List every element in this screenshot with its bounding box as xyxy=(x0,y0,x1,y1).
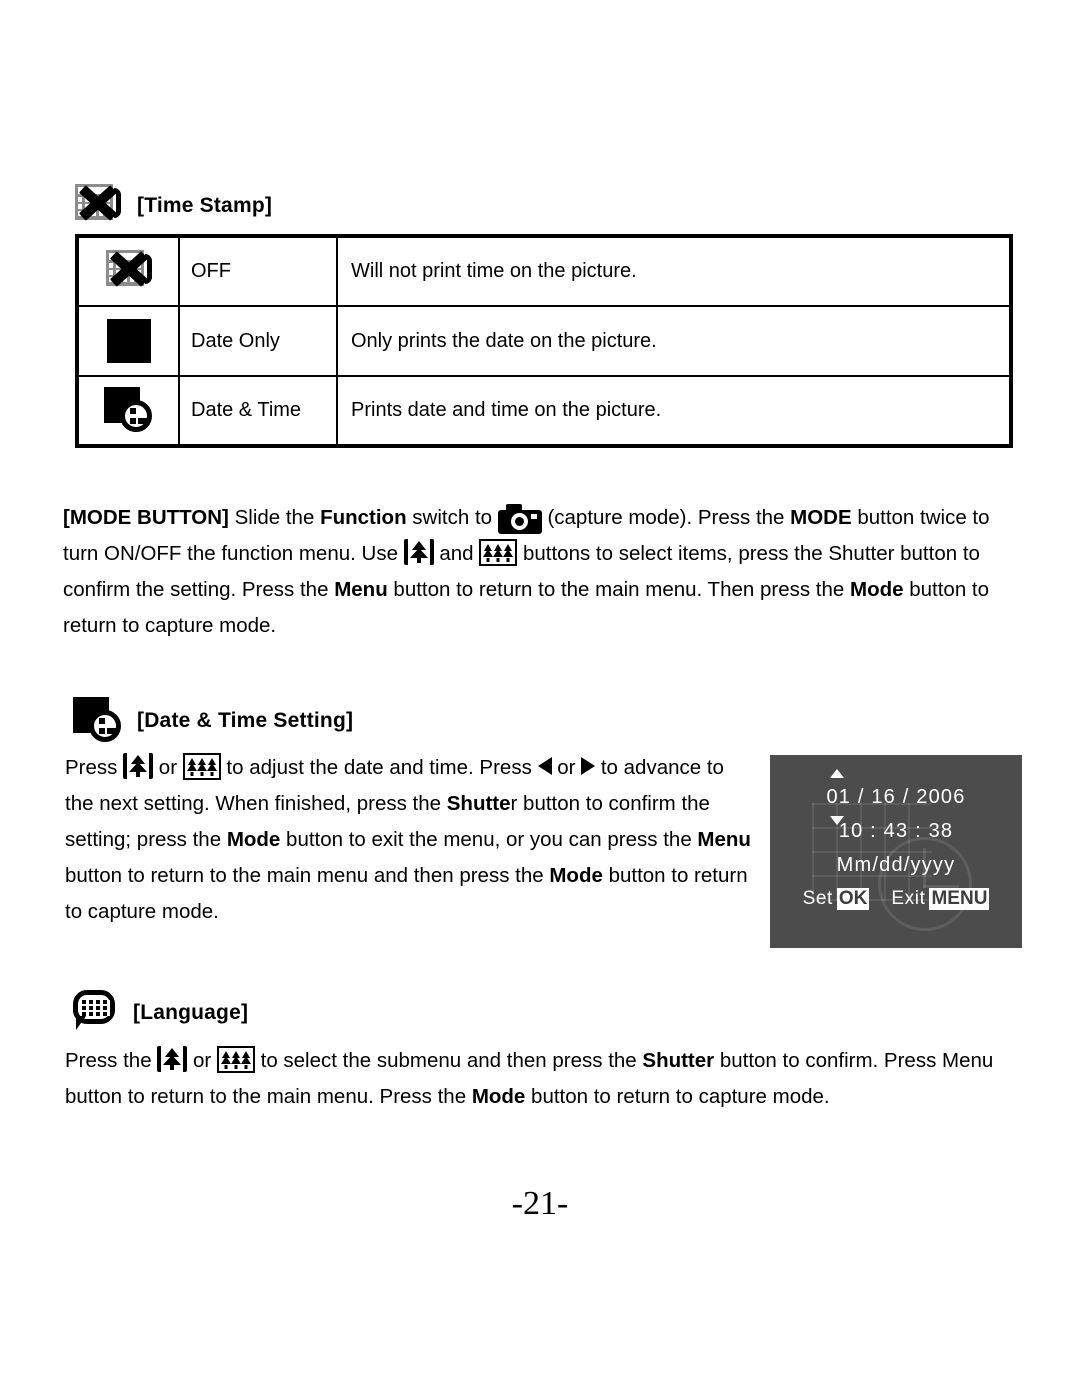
table-row: Date & Time Prints date and time on the … xyxy=(76,375,1012,447)
lcd-content: 01 / 16 / 2006 10 : 43 : 38 Mm/dd/yyyy S… xyxy=(770,755,1022,910)
mode-button-b4: Mode xyxy=(850,578,904,601)
arrow-left-icon xyxy=(537,757,552,775)
ok-key-badge[interactable]: OK xyxy=(836,888,870,910)
table-cell-name: Date Only xyxy=(178,305,338,377)
table-cell-icon xyxy=(76,305,180,377)
tele-button-icon xyxy=(123,752,154,780)
language-heading-row: [Language] xyxy=(73,990,248,1036)
manual-page: [Time Stamp] OFF Will not print time on … xyxy=(0,0,1080,1397)
mode-button-t1: Slide the xyxy=(228,506,321,529)
mode-button-t2: switch to xyxy=(406,506,498,529)
calendar-crossed-out-icon xyxy=(73,182,123,230)
table-row: Date Only Only prints the date on the pi… xyxy=(76,305,1012,377)
tele-button-icon xyxy=(157,1045,188,1073)
dt-t7: button to exit the menu, or you can pres… xyxy=(280,828,698,851)
table-cell-name: Date & Time xyxy=(178,375,338,447)
calendar-clock-icon xyxy=(103,386,154,435)
calendar-grid-icon xyxy=(106,319,151,363)
camera-icon xyxy=(497,503,542,534)
time-stamp-table: OFF Will not print time on the picture. … xyxy=(75,234,1013,448)
speech-bubble-icon xyxy=(73,990,119,1036)
date-time-setting-paragraph: Press or to adjust the date and time. Pr… xyxy=(65,750,755,930)
caret-up-icon[interactable] xyxy=(830,769,845,778)
dt-t4: or xyxy=(551,756,582,779)
lcd-exit-label: Exit xyxy=(891,888,926,909)
dt-t3: to adjust the date and time. Press xyxy=(220,756,538,779)
lang-t5: button to return to capture mode. xyxy=(525,1085,830,1108)
lcd-footer: Set OK Exit MENU xyxy=(770,888,1022,910)
tele-button-icon xyxy=(403,538,434,566)
mode-button-t5: and xyxy=(433,542,480,565)
mode-button-t3: (capture mode). Press the xyxy=(541,506,791,529)
lcd-date-time-screen: 01 / 16 / 2006 10 : 43 : 38 Mm/dd/yyyy S… xyxy=(770,755,1022,948)
mode-button-b1: Function xyxy=(320,506,407,529)
lcd-time-value[interactable]: 10 : 43 : 38 xyxy=(770,814,1022,848)
time-stamp-heading-label: [Time Stamp] xyxy=(137,194,273,217)
mode-button-lead: [MODE BUTTON] xyxy=(63,506,229,529)
mode-button-b3: Menu xyxy=(334,578,388,601)
menu-key-badge[interactable]: MENU xyxy=(929,888,990,910)
lcd-date-value: 01 / 16 / 2006 xyxy=(826,786,966,808)
caret-down-icon[interactable] xyxy=(830,816,845,825)
mode-button-paragraph: [MODE BUTTON] Slide the Function switch … xyxy=(63,500,1021,644)
lcd-date-row: 01 / 16 / 2006 xyxy=(770,769,1022,825)
lang-t2: or xyxy=(187,1049,217,1072)
wide-button-icon xyxy=(479,539,518,566)
dt-t8: button to return to the main menu and th… xyxy=(65,864,550,887)
lcd-set-label: Set xyxy=(802,888,833,909)
time-stamp-heading-row: [Time Stamp] xyxy=(73,182,272,230)
table-cell-description: Prints date and time on the picture. xyxy=(336,375,1012,447)
lcd-date-field[interactable]: 01 / 16 / 2006 xyxy=(826,769,966,825)
date-time-setting-heading-row: [Date & Time Setting] xyxy=(73,697,353,745)
table-cell-icon xyxy=(76,375,180,447)
table-row: OFF Will not print time on the picture. xyxy=(76,235,1012,307)
table-cell-name: OFF xyxy=(178,235,338,307)
dt-t1: Press xyxy=(65,756,124,779)
language-paragraph: Press the or to select the submenu and t… xyxy=(65,1043,1023,1115)
table-cell-description: Only prints the date on the picture. xyxy=(336,305,1012,377)
mode-button-t7: button to return to the main menu. Then … xyxy=(387,578,850,601)
lang-b1: Shutter xyxy=(642,1049,715,1072)
wide-button-icon xyxy=(216,1046,255,1073)
dt-b3: Menu xyxy=(697,828,751,851)
calendar-crossed-out-icon xyxy=(104,248,154,296)
calendar-clock-icon xyxy=(73,697,123,745)
wide-button-icon xyxy=(182,753,221,780)
language-heading-label: [Language] xyxy=(133,1001,249,1024)
mode-button-b2: MODE xyxy=(790,506,852,529)
lang-t3: to select the submenu and then press the xyxy=(254,1049,643,1072)
page-number: -21- xyxy=(511,1185,569,1222)
table-cell-icon xyxy=(76,235,180,307)
dt-t2: or xyxy=(153,756,183,779)
dt-b4: Mode xyxy=(549,864,603,887)
lang-t1: Press the xyxy=(65,1049,158,1072)
date-time-setting-heading-label: [Date & Time Setting] xyxy=(137,709,354,732)
dt-b2: Mode xyxy=(226,828,281,851)
arrow-right-icon xyxy=(581,757,596,775)
lcd-format-value[interactable]: Mm/dd/yyyy xyxy=(770,848,1022,882)
dt-b1: Shutte xyxy=(446,792,511,815)
table-cell-description: Will not print time on the picture. xyxy=(336,235,1012,307)
lang-b2: Mode xyxy=(471,1085,526,1108)
